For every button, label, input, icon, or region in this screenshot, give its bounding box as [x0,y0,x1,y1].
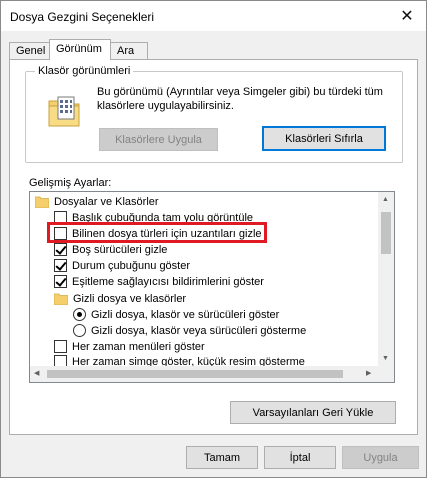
checkbox-show-status-bar[interactable]: Durum çubuğunu göster [54,257,190,274]
radio-button[interactable] [73,324,86,337]
tree-item-label: Gizli dosya, klasör ve sürücüleri göster [91,308,280,321]
tab-ara[interactable]: Ara [110,42,148,60]
tree-item-label: Başlık çubuğunda tam yolu görüntüle [72,211,254,224]
checkbox-sync-provider-notifications[interactable]: Eşitleme sağlayıcısı bildirimlerini göst… [54,273,264,290]
tab-genel-label: Genel [16,45,46,57]
scrollbar-corner [378,366,394,382]
tree-item-label: Bilinen dosya türleri için uzantıları gi… [72,227,262,240]
tree-item-label: Her zaman menüleri göster [72,340,205,353]
title-bar: Dosya Gezgini Seçenekleri ✕ [1,1,426,31]
tree-folder-files-and-folders[interactable]: Dosyalar ve Klasörler [35,193,159,210]
tab-gorunum-label: Görünüm [56,43,102,55]
checkbox[interactable] [54,211,67,224]
tree-item-label: Durum çubuğunu göster [72,259,191,272]
advanced-settings-label: Gelişmiş Ayarlar: [29,177,112,189]
radio-dont-show-hidden[interactable]: Gizli dosya, klasör veya sürücüleri göst… [73,322,306,339]
scroll-up-icon[interactable]: ▲ [382,196,389,204]
apply-button[interactable]: Uygula [342,446,419,469]
scroll-left-icon[interactable]: ◀ [34,370,39,378]
checkbox[interactable] [54,259,67,272]
checkbox-show-full-path[interactable]: Başlık çubuğunda tam yolu görüntüle [54,209,378,226]
tab-genel[interactable]: Genel [9,42,50,60]
folder-icon [35,196,49,208]
tree-item-label: Gizli dosya, klasör veya sürücüleri göst… [91,324,307,337]
folder-options-dialog: Dosya Gezgini Seçenekleri ✕ Genel Görünü… [0,0,427,478]
tree-item-label: Boş sürücüleri gizle [72,243,168,256]
tab-gorunum[interactable]: Görünüm [49,39,111,60]
close-icon[interactable]: ✕ [394,5,420,27]
checkbox[interactable] [54,340,67,353]
folder-icon [54,293,68,305]
checkbox[interactable] [54,227,67,240]
folder-views-title: Klasör görünümleri [35,65,134,77]
tree-item-label: Gizli dosya ve klasörler [73,292,187,305]
vertical-scroll-thumb[interactable] [381,212,391,254]
checkbox-hide-extensions[interactable]: Bilinen dosya türleri için uzantıları gi… [54,225,262,242]
radio-show-hidden[interactable]: Gizli dosya, klasör ve sürücüleri göster [73,306,279,323]
restore-defaults-button[interactable]: Varsayılanları Geri Yükle [230,401,396,424]
tree-folder-hidden-files[interactable]: Gizli dosya ve klasörler [54,290,186,307]
checkbox-hide-empty-drives[interactable]: Boş sürücüleri gizle [54,241,167,258]
tree-item-label: Dosyalar ve Klasörler [54,195,159,208]
horizontal-scroll-thumb[interactable] [47,370,343,378]
cancel-button[interactable]: İptal [264,446,336,469]
folder-views-description: Bu görünümü (Ayrıntılar veya Simgeler gi… [97,86,383,112]
folder-grid-icon [48,96,80,127]
window-title: Dosya Gezgini Seçenekleri [10,10,155,24]
tab-ara-label: Ara [117,45,135,57]
radio-button[interactable] [73,308,86,321]
scroll-right-icon[interactable]: ▶ [366,370,371,378]
apply-to-folders-button[interactable]: Klasörlere Uygula [99,128,218,151]
checkbox[interactable] [54,243,67,256]
scroll-down-icon[interactable]: ▼ [382,355,389,363]
ok-button[interactable]: Tamam [186,446,258,469]
tree-item-label: Eşitleme sağlayıcısı bildirimlerini göst… [72,275,264,288]
checkbox[interactable] [54,275,67,288]
reset-folders-button[interactable]: Klasörleri Sıfırla [262,126,386,151]
